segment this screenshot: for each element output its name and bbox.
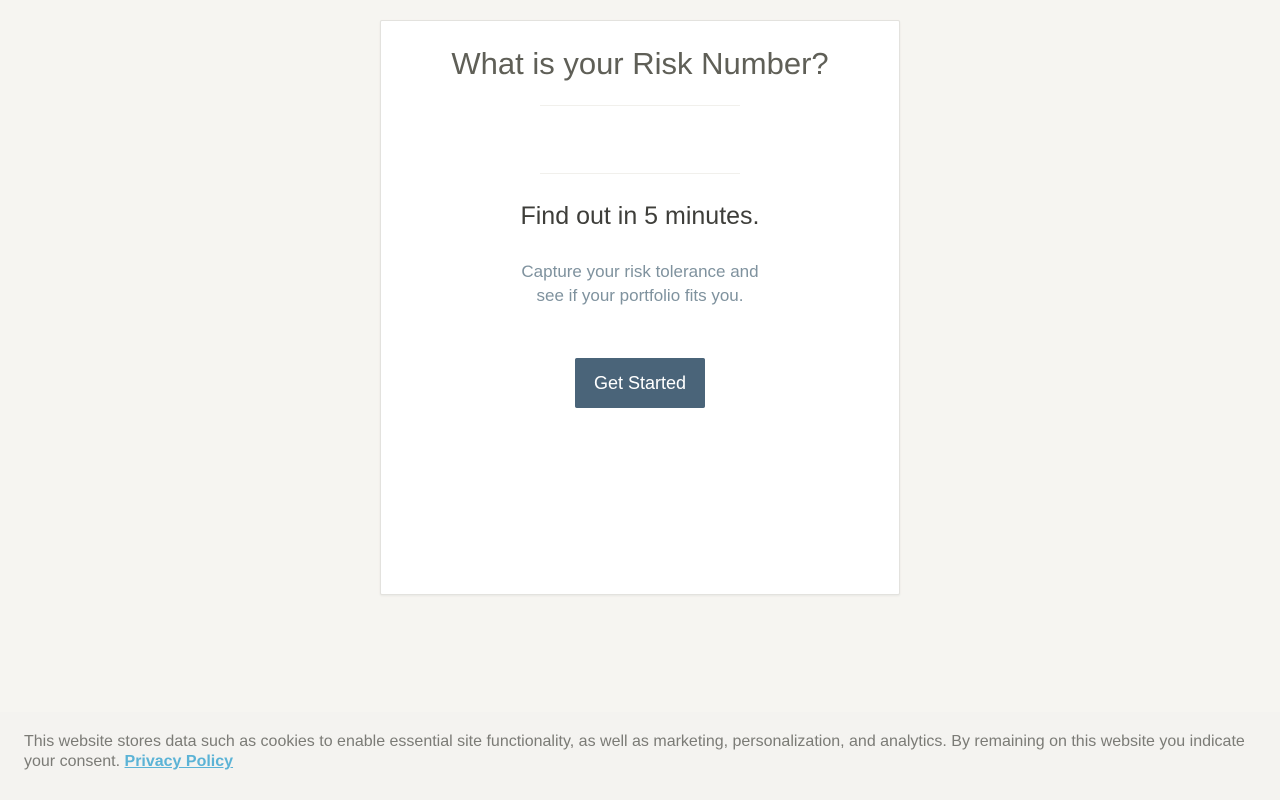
get-started-button[interactable]: Get Started	[575, 358, 705, 408]
title-divider-top	[540, 105, 740, 106]
description-line-2: see if your portfolio fits you.	[536, 286, 744, 305]
risk-number-card: What is your Risk Number? Find out in 5 …	[380, 20, 900, 595]
privacy-policy-link[interactable]: Privacy Policy	[125, 753, 234, 770]
card-subtitle: Find out in 5 minutes.	[520, 202, 760, 230]
cookie-consent-banner: This website stores data such as cookies…	[0, 712, 1280, 800]
title-divider-bottom	[540, 173, 740, 174]
card-description: Capture your risk tolerance and see if y…	[510, 260, 770, 308]
description-line-1: Capture your risk tolerance and	[521, 262, 759, 281]
page-title: What is your Risk Number?	[451, 46, 829, 81]
